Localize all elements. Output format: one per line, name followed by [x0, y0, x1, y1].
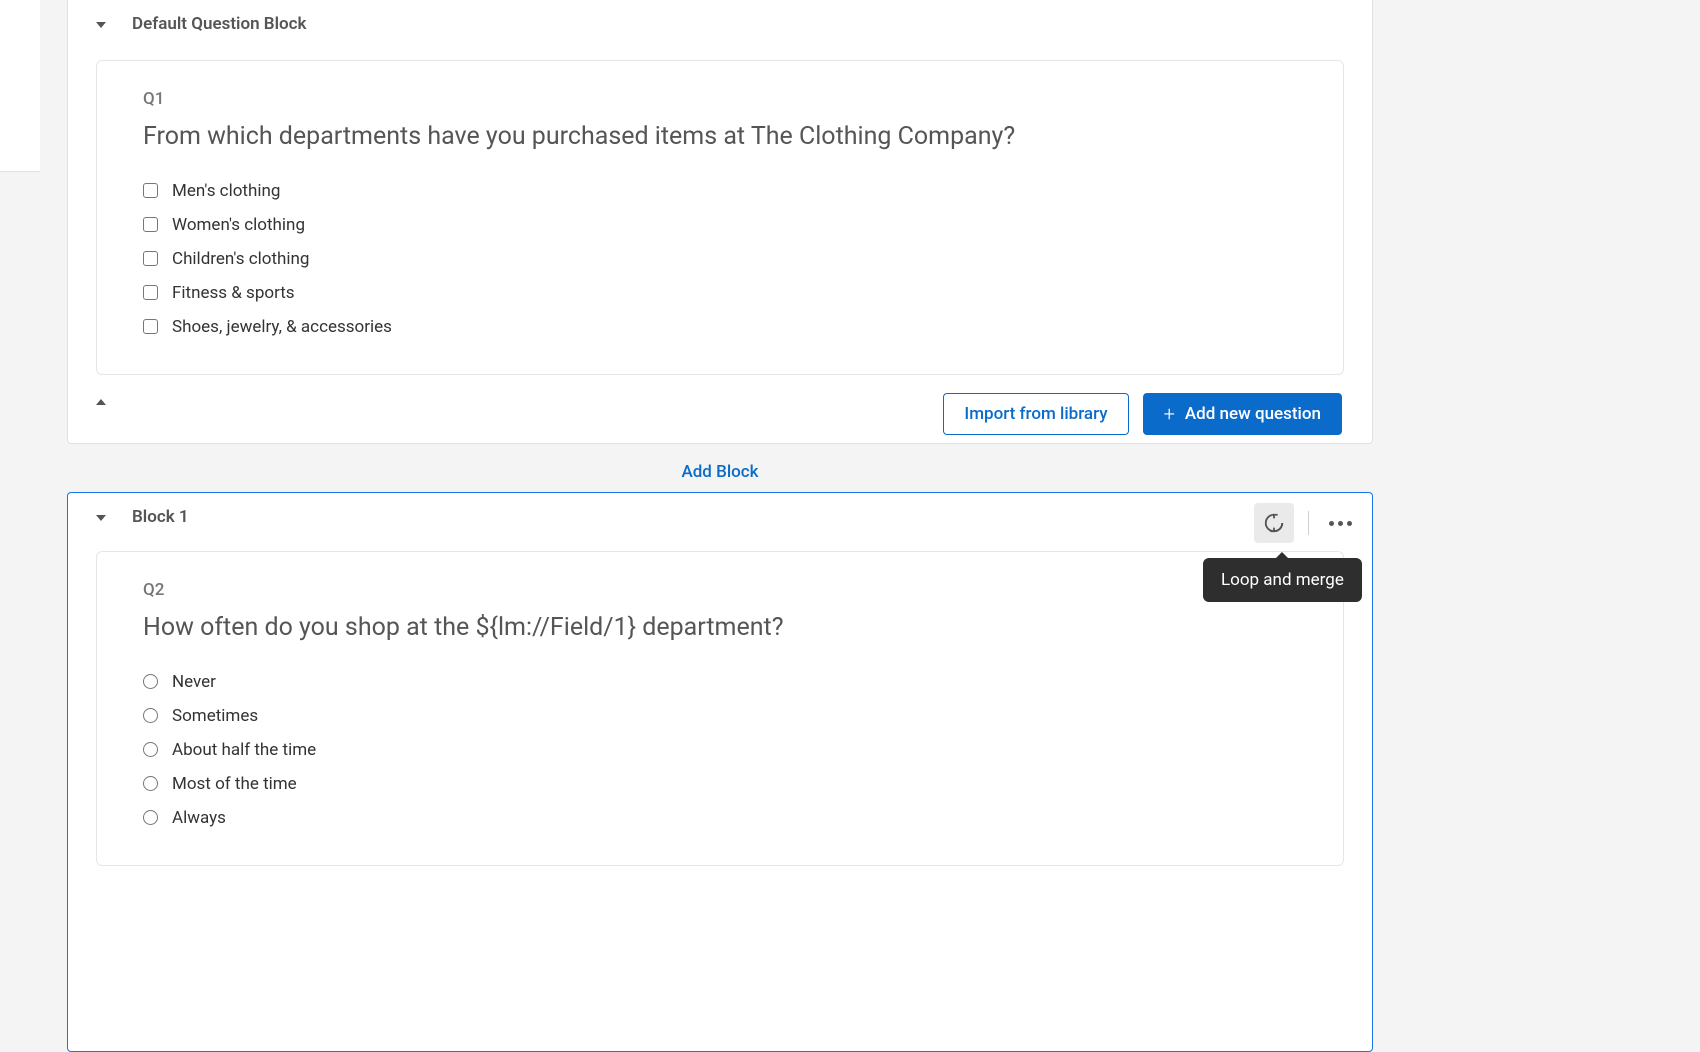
question-card-q2[interactable]: Q2 How often do you shop at the ${lm://F…: [96, 551, 1344, 866]
checkbox-icon[interactable]: [143, 217, 158, 232]
dot-icon: [1338, 521, 1343, 526]
radio-icon[interactable]: [143, 810, 158, 825]
choice-label[interactable]: Never: [172, 672, 216, 692]
choice-label[interactable]: Fitness & sports: [172, 283, 295, 303]
survey-editor-canvas: Default Question Block Q1 From which dep…: [0, 0, 1700, 1020]
radio-icon[interactable]: [143, 776, 158, 791]
tooltip-text: Loop and merge: [1221, 570, 1344, 590]
choice-item[interactable]: Never: [143, 665, 1297, 699]
add-new-question-label: Add new question: [1185, 404, 1321, 424]
choice-label[interactable]: About half the time: [172, 740, 316, 760]
question-card-q1[interactable]: Q1 From which departments have you purch…: [96, 60, 1344, 375]
loop-merge-icon: [1263, 512, 1285, 534]
block-actions: [1254, 503, 1358, 543]
choice-label[interactable]: Men's clothing: [172, 181, 280, 201]
plus-icon: +: [1164, 404, 1175, 424]
dot-icon: [1329, 521, 1334, 526]
block-title[interactable]: Default Question Block: [132, 14, 306, 34]
choice-item[interactable]: Women's clothing: [143, 208, 1297, 242]
chevron-down-icon[interactable]: [96, 22, 106, 28]
vertical-separator: [1308, 511, 1309, 535]
choice-item[interactable]: Sometimes: [143, 699, 1297, 733]
import-from-library-label: Import from library: [964, 404, 1107, 424]
choice-item[interactable]: Shoes, jewelry, & accessories: [143, 310, 1297, 344]
choice-label[interactable]: Women's clothing: [172, 215, 305, 235]
choice-label[interactable]: Shoes, jewelry, & accessories: [172, 317, 392, 337]
chevron-down-icon[interactable]: [96, 515, 106, 521]
add-block-label: Add Block: [681, 462, 758, 482]
left-gutter: [0, 0, 40, 172]
choice-list: Men's clothing Women's clothing Children…: [143, 174, 1297, 344]
dot-icon: [1347, 521, 1352, 526]
add-new-question-button[interactable]: + Add new question: [1143, 393, 1342, 435]
choice-item[interactable]: Children's clothing: [143, 242, 1297, 276]
question-id: Q2: [143, 580, 1297, 600]
choice-item[interactable]: Fitness & sports: [143, 276, 1297, 310]
add-block-link[interactable]: Add Block: [67, 456, 1373, 488]
loop-and-merge-button[interactable]: [1254, 503, 1294, 543]
choice-label[interactable]: Children's clothing: [172, 249, 309, 269]
checkbox-icon[interactable]: [143, 319, 158, 334]
block-default-question-block[interactable]: Default Question Block Q1 From which dep…: [67, 0, 1373, 444]
choice-label[interactable]: Most of the time: [172, 774, 297, 794]
block-block-1[interactable]: Block 1 Q2: [67, 492, 1373, 1052]
choice-label[interactable]: Always: [172, 808, 226, 828]
more-options-button[interactable]: [1323, 515, 1358, 532]
choice-item[interactable]: About half the time: [143, 733, 1297, 767]
block-footer: Import from library + Add new question: [68, 375, 1372, 455]
choice-item[interactable]: Men's clothing: [143, 174, 1297, 208]
question-id: Q1: [143, 89, 1297, 109]
loop-and-merge-tooltip: Loop and merge: [1203, 558, 1362, 602]
tooltip-arrow-icon: [1275, 552, 1289, 559]
radio-icon[interactable]: [143, 742, 158, 757]
chevron-up-icon[interactable]: [96, 399, 106, 405]
checkbox-icon[interactable]: [143, 285, 158, 300]
choice-list: Never Sometimes About half the time Most…: [143, 665, 1297, 835]
checkbox-icon[interactable]: [143, 251, 158, 266]
choice-item[interactable]: Always: [143, 801, 1297, 835]
block-header[interactable]: Default Question Block: [68, 0, 1372, 48]
block-header[interactable]: Block 1: [68, 493, 1372, 541]
import-from-library-button[interactable]: Import from library: [943, 393, 1128, 435]
choice-item[interactable]: Most of the time: [143, 767, 1297, 801]
radio-icon[interactable]: [143, 674, 158, 689]
radio-icon[interactable]: [143, 708, 158, 723]
question-text[interactable]: How often do you shop at the ${lm://Fiel…: [143, 612, 1297, 645]
block-title[interactable]: Block 1: [132, 507, 189, 527]
checkbox-icon[interactable]: [143, 183, 158, 198]
question-text[interactable]: From which departments have you purchase…: [143, 121, 1297, 154]
choice-label[interactable]: Sometimes: [172, 706, 258, 726]
